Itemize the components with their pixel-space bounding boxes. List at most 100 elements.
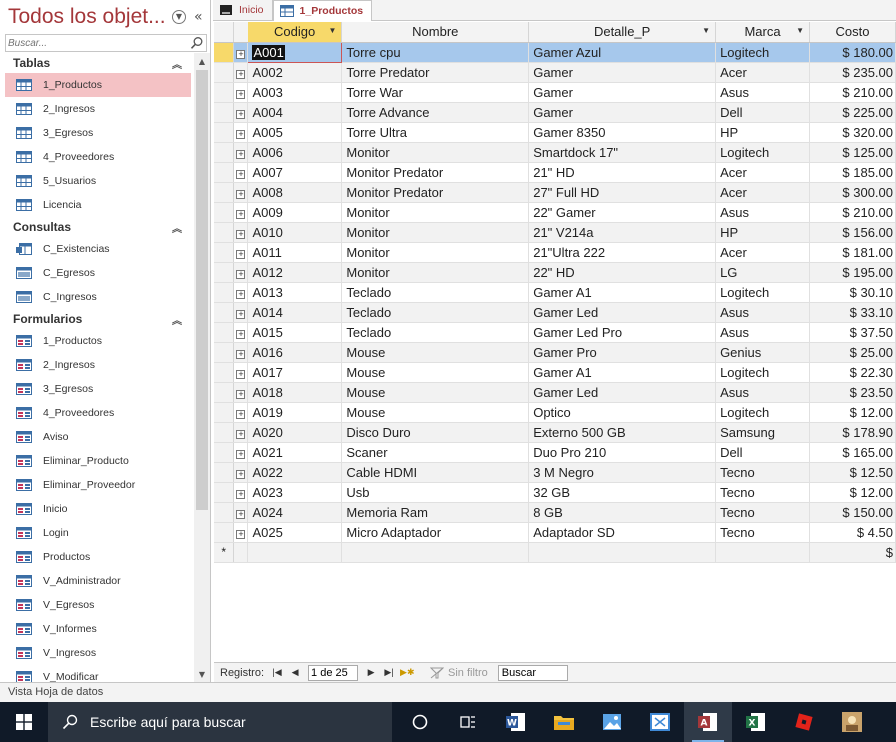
record-selector[interactable]	[214, 262, 235, 283]
expand-plus-icon[interactable]: +	[236, 169, 246, 179]
table-row[interactable]: + A024 Memoria Ram 8 GB Tecno $ 150.00	[214, 502, 896, 523]
table-cell-codigo[interactable]: A005	[247, 122, 343, 143]
table-row[interactable]: + A025 Micro Adaptador Adaptador SD Tecno $ 4…	[214, 522, 896, 543]
expand-plus-icon[interactable]: +	[236, 149, 246, 159]
record-selector[interactable]	[214, 102, 235, 123]
table-cell-codigo[interactable]: A012	[247, 262, 343, 283]
expand-cell[interactable]: +	[233, 242, 249, 263]
table-cell-marca[interactable]: Asus	[715, 202, 810, 223]
table-cell-marca[interactable]: Asus	[715, 82, 810, 103]
nav-item-licencia[interactable]: Licencia	[0, 193, 194, 217]
nav-title[interactable]: Todos los objet...	[8, 5, 166, 29]
expand-plus-icon[interactable]: +	[236, 489, 246, 499]
table-cell-costo[interactable]: $ 156.00	[809, 222, 896, 243]
expand-plus-icon[interactable]: +	[236, 69, 246, 79]
column-dropdown-icon[interactable]: ▼	[328, 26, 336, 35]
table-cell-nombre[interactable]: Teclado	[341, 282, 530, 303]
table-row[interactable]: + A018 Mouse Gamer Led Asus $ 23.50	[214, 382, 896, 403]
nav-item-aviso[interactable]: Aviso	[0, 425, 194, 449]
table-cell-codigo[interactable]: A016	[247, 342, 343, 363]
expand-cell[interactable]: +	[233, 202, 249, 223]
table-row[interactable]: + A002 Torre Predator Gamer Acer $ 235.00	[214, 62, 896, 83]
expand-plus-icon[interactable]: +	[236, 309, 246, 319]
table-cell-nombre[interactable]: Memoria Ram	[341, 502, 530, 523]
table-row[interactable]: + A015 Teclado Gamer Led Pro Asus $ 37.50	[214, 322, 896, 343]
table-cell-marca[interactable]: Logitech	[715, 402, 810, 423]
table-cell-detalle-p[interactable]: 32 GB	[528, 482, 717, 503]
table-cell-costo[interactable]: $ 150.00	[809, 502, 896, 523]
table-cell-nombre[interactable]: Torre Ultra	[341, 122, 530, 143]
collapse-group-icon[interactable]: ︽	[172, 312, 182, 327]
filter-status-button[interactable]: Sin filtro	[430, 667, 488, 679]
task-view-icon[interactable]	[444, 702, 492, 742]
table-cell-marca[interactable]: Asus	[715, 382, 810, 403]
nav-item-4-proveedores[interactable]: 4_Proveedores	[0, 401, 194, 425]
expand-cell[interactable]: +	[233, 162, 249, 183]
table-cell-nombre[interactable]: Disco Duro	[341, 422, 530, 443]
scroll-thumb[interactable]	[196, 70, 208, 510]
table-cell-codigo[interactable]: A001	[247, 41, 343, 63]
expand-cell[interactable]: +	[233, 222, 249, 243]
table-cell-nombre[interactable]: Torre War	[341, 82, 530, 103]
table-cell-detalle-p[interactable]: 21" HD	[528, 162, 717, 183]
table-row[interactable]: + A008 Monitor Predator 27" Full HD Acer $ 30…	[214, 182, 896, 203]
column-dropdown-icon[interactable]: ▼	[702, 26, 710, 35]
nav-item-3-egresos[interactable]: 3_Egresos	[0, 121, 194, 145]
record-selector[interactable]	[214, 302, 235, 323]
table-cell-costo[interactable]: $ 23.50	[809, 382, 896, 403]
table-cell-marca[interactable]: HP	[715, 222, 810, 243]
table-row[interactable]: + A016 Mouse Gamer Pro Genius $ 25.00	[214, 342, 896, 363]
expand-cell[interactable]: +	[233, 182, 249, 203]
table-cell-nombre[interactable]: Mouse	[341, 342, 530, 363]
table-cell-detalle-p[interactable]	[528, 542, 717, 563]
expand-plus-icon[interactable]: +	[236, 529, 246, 539]
expand-cell[interactable]: +	[233, 422, 249, 443]
table-row[interactable]: + A020 Disco Duro Externo 500 GB Samsung $ 17…	[214, 422, 896, 443]
expand-plus-icon[interactable]: +	[236, 389, 246, 399]
table-cell-costo[interactable]: $ 181.00	[809, 242, 896, 263]
table-cell-detalle-p[interactable]: Gamer Azul	[528, 42, 717, 63]
table-cell-codigo[interactable]: A015	[247, 322, 343, 343]
taskbar-search-box[interactable]: Escribe aquí para buscar	[48, 702, 392, 742]
table-cell-nombre[interactable]: Monitor	[341, 262, 530, 283]
column-header-costo[interactable]: Costo	[809, 22, 896, 43]
table-cell-detalle-p[interactable]: 22" Gamer	[528, 202, 717, 223]
table-cell-costo[interactable]: $ 178.90	[809, 422, 896, 443]
table-cell-codigo[interactable]: A019	[247, 402, 343, 423]
expand-plus-icon[interactable]: +	[236, 109, 246, 119]
expand-plus-icon[interactable]: +	[236, 329, 246, 339]
table-cell-marca[interactable]: Asus	[715, 322, 810, 343]
expand-plus-icon[interactable]: +	[236, 229, 246, 239]
record-search-input[interactable]	[497, 664, 568, 681]
table-cell-codigo[interactable]: A003	[247, 82, 343, 103]
table-cell-codigo[interactable]: A004	[247, 102, 343, 123]
table-cell-detalle-p[interactable]: Adaptador SD	[528, 522, 717, 543]
nav-menu-dropdown-icon[interactable]: ▼	[172, 9, 186, 24]
table-cell-nombre[interactable]: Torre Advance	[341, 102, 530, 123]
expand-plus-icon[interactable]: +	[236, 209, 246, 219]
table-cell-codigo[interactable]: A013	[247, 282, 343, 303]
column-dropdown-icon[interactable]: ▼	[796, 26, 804, 35]
table-cell-costo[interactable]: $ 125.00	[809, 142, 896, 163]
expand-cell[interactable]: +	[233, 502, 249, 523]
table-cell-detalle-p[interactable]: 21" V214a	[528, 222, 717, 243]
table-cell-detalle-p[interactable]: Gamer	[528, 62, 717, 83]
record-selector[interactable]	[214, 62, 235, 83]
column-header-codigo[interactable]: Codigo ▼	[247, 22, 343, 43]
table-cell-nombre[interactable]	[341, 542, 530, 563]
table-cell-nombre[interactable]: Mouse	[341, 362, 530, 383]
expand-plus-icon[interactable]: +	[236, 369, 246, 379]
nav-item-productos[interactable]: Productos	[0, 545, 194, 569]
table-cell-costo[interactable]: $ 185.00	[809, 162, 896, 183]
table-cell-costo[interactable]: $ 37.50	[809, 322, 896, 343]
expand-plus-icon[interactable]: +	[236, 289, 246, 299]
table-cell-marca[interactable]: Genius	[715, 342, 810, 363]
search-icon[interactable]	[190, 36, 204, 50]
table-cell-marca[interactable]: Dell	[715, 102, 810, 123]
table-row[interactable]: + A003 Torre War Gamer Asus $ 210.00	[214, 82, 896, 103]
table-cell-marca[interactable]: Tecno	[715, 482, 810, 503]
table-cell-detalle-p[interactable]: Duo Pro 210	[528, 442, 717, 463]
table-cell-costo[interactable]: $ 195.00	[809, 262, 896, 283]
table-cell-codigo[interactable]: A022	[247, 462, 343, 483]
expand-cell[interactable]: +	[233, 102, 249, 123]
